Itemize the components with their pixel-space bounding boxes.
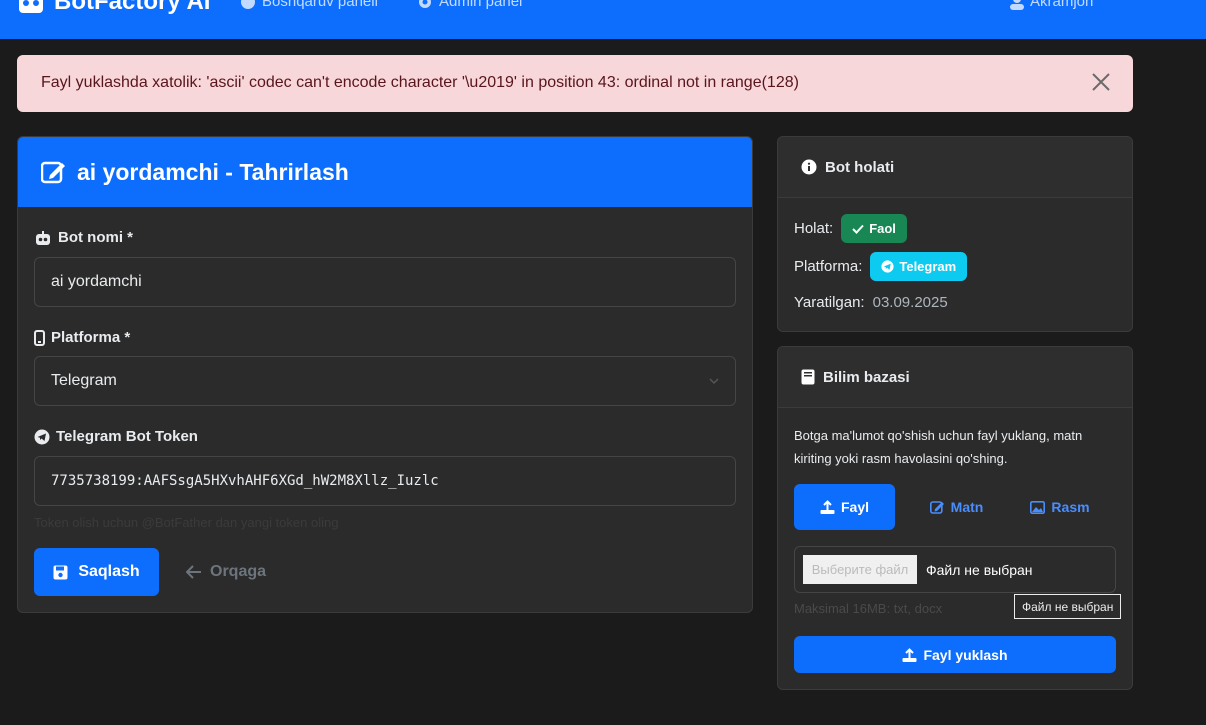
nav-dashboard-label: Boshqaruv paneli: [262, 0, 378, 10]
max-size-hint: Maksimal 16MB: txt, docx: [794, 601, 943, 616]
dashboard-icon: [240, 0, 256, 10]
user-name: Akramjon: [1030, 0, 1094, 10]
platform-label: Platforma *: [34, 329, 130, 346]
platform-row: Platforma: Telegram: [794, 252, 968, 281]
brand-name: BotFactory AI: [54, 0, 211, 15]
kb-description: Botga ma'lumot qo'shish uchun fayl yukla…: [794, 428, 1083, 466]
knowledge-base-card: Bilim bazasi Botga ma'lumot qo'shish uch…: [777, 346, 1133, 690]
user-menu[interactable]: Akramjon: [1010, 0, 1093, 10]
bot-name-label-text: Bot nomi *: [58, 229, 133, 246]
tab-text-label: Matn: [950, 499, 984, 515]
edit-card-header: ai yordamchi - Tahrirlash: [18, 137, 752, 207]
image-icon: [1030, 500, 1046, 514]
created-row: Yaratilgan: 03.09.2025: [794, 294, 948, 311]
upload-button-label: Fayl yuklash: [923, 646, 1008, 663]
upload-icon: [902, 647, 917, 662]
bot-name-value: ai yordamchi: [51, 273, 142, 290]
telegram-icon: [881, 260, 894, 273]
top-navbar: BotFactory AI Boshqaruv paneli Admin pan…: [0, 0, 1206, 39]
platform-badge-text: Telegram: [899, 259, 957, 274]
platform-value: Telegram: [51, 372, 117, 389]
chevron-down-icon: [709, 376, 719, 386]
robot-icon: [34, 230, 52, 245]
info-icon: [801, 159, 817, 175]
token-input[interactable]: 7735738199:AAFSsgA5HXvhAHF6XGd_hW2M8Xllz…: [34, 456, 736, 506]
gear-icon: [417, 0, 433, 10]
page-title: ai yordamchi - Tahrirlash: [77, 158, 349, 185]
kb-card-title: Bilim bazasi: [823, 368, 910, 386]
back-button-label: Orqaga: [210, 563, 267, 580]
tab-file[interactable]: Fayl: [794, 484, 895, 530]
status-badge: Faol: [841, 214, 907, 243]
save-button[interactable]: Saqlash: [34, 548, 159, 596]
tab-file-label: Fayl: [840, 499, 869, 515]
token-label-text: Telegram Bot Token: [56, 428, 198, 445]
token-help-text: Token olish uchun @BotFather dan yangi t…: [34, 515, 339, 530]
brand[interactable]: BotFactory AI: [16, 0, 210, 16]
edit-bot-card: ai yordamchi - Tahrirlash Bot nomi * ai …: [17, 136, 753, 613]
status-card-header: Bot holati: [778, 137, 1132, 198]
token-value: 7735738199:AAFSsgA5HXvhAHF6XGd_hW2M8Xllz…: [51, 473, 439, 489]
user-icon: [1010, 0, 1024, 10]
status-label: Holat:: [794, 220, 834, 237]
check-icon: [852, 224, 864, 234]
nav-dashboard-link[interactable]: Boshqaruv paneli: [240, 0, 378, 10]
mobile-icon: [34, 329, 45, 346]
file-tooltip: Файл не выбран: [1014, 594, 1122, 619]
status-row: Holat: Faol: [794, 214, 907, 243]
choose-file-button[interactable]: Выберите файл: [803, 555, 917, 584]
tab-image[interactable]: Rasm: [1010, 484, 1110, 530]
token-label: Telegram Bot Token: [34, 428, 198, 445]
telegram-icon: [34, 429, 50, 445]
bot-status-card: Bot holati Holat: Faol Platforma: Telegr…: [777, 136, 1133, 332]
save-button-label: Saqlash: [78, 563, 140, 580]
bot-name-label: Bot nomi *: [34, 229, 133, 246]
created-date: 03.09.2025: [872, 294, 948, 311]
nav-admin-label: Admin panel: [439, 0, 523, 10]
file-status: Файл не выбран: [926, 562, 1033, 578]
file-input[interactable]: Выберите файл Файл не выбран: [794, 546, 1116, 593]
tab-text[interactable]: Matn: [905, 484, 1008, 530]
bot-name-input[interactable]: ai yordamchi: [34, 257, 736, 307]
created-label: Yaratilgan:: [794, 294, 865, 311]
alert-message: Fayl yuklashda xatolik: 'ascii' codec ca…: [41, 74, 799, 91]
close-icon[interactable]: [1091, 72, 1111, 92]
save-icon: [53, 565, 68, 580]
nav-admin-link[interactable]: Admin panel: [417, 0, 522, 10]
status-badge-text: Faol: [869, 221, 896, 236]
upload-file-button[interactable]: Fayl yuklash: [794, 636, 1116, 673]
upload-icon: [820, 500, 835, 514]
arrow-left-icon: [186, 565, 202, 579]
robot-icon: [16, 0, 46, 14]
edit-icon: [41, 160, 67, 184]
book-icon: [801, 369, 815, 385]
platform-badge: Telegram: [870, 252, 968, 281]
tab-image-label: Rasm: [1051, 499, 1090, 515]
edit-icon: [929, 500, 945, 514]
kb-card-header: Bilim bazasi: [778, 347, 1132, 408]
status-card-title: Bot holati: [825, 158, 895, 176]
platform-label-text: Platforma *: [51, 329, 131, 346]
back-button[interactable]: Orqaga: [186, 548, 266, 596]
error-alert: Fayl yuklashda xatolik: 'ascii' codec ca…: [17, 55, 1133, 112]
platform-select[interactable]: Telegram: [34, 356, 736, 406]
platform-row-label: Platforma:: [794, 258, 863, 275]
